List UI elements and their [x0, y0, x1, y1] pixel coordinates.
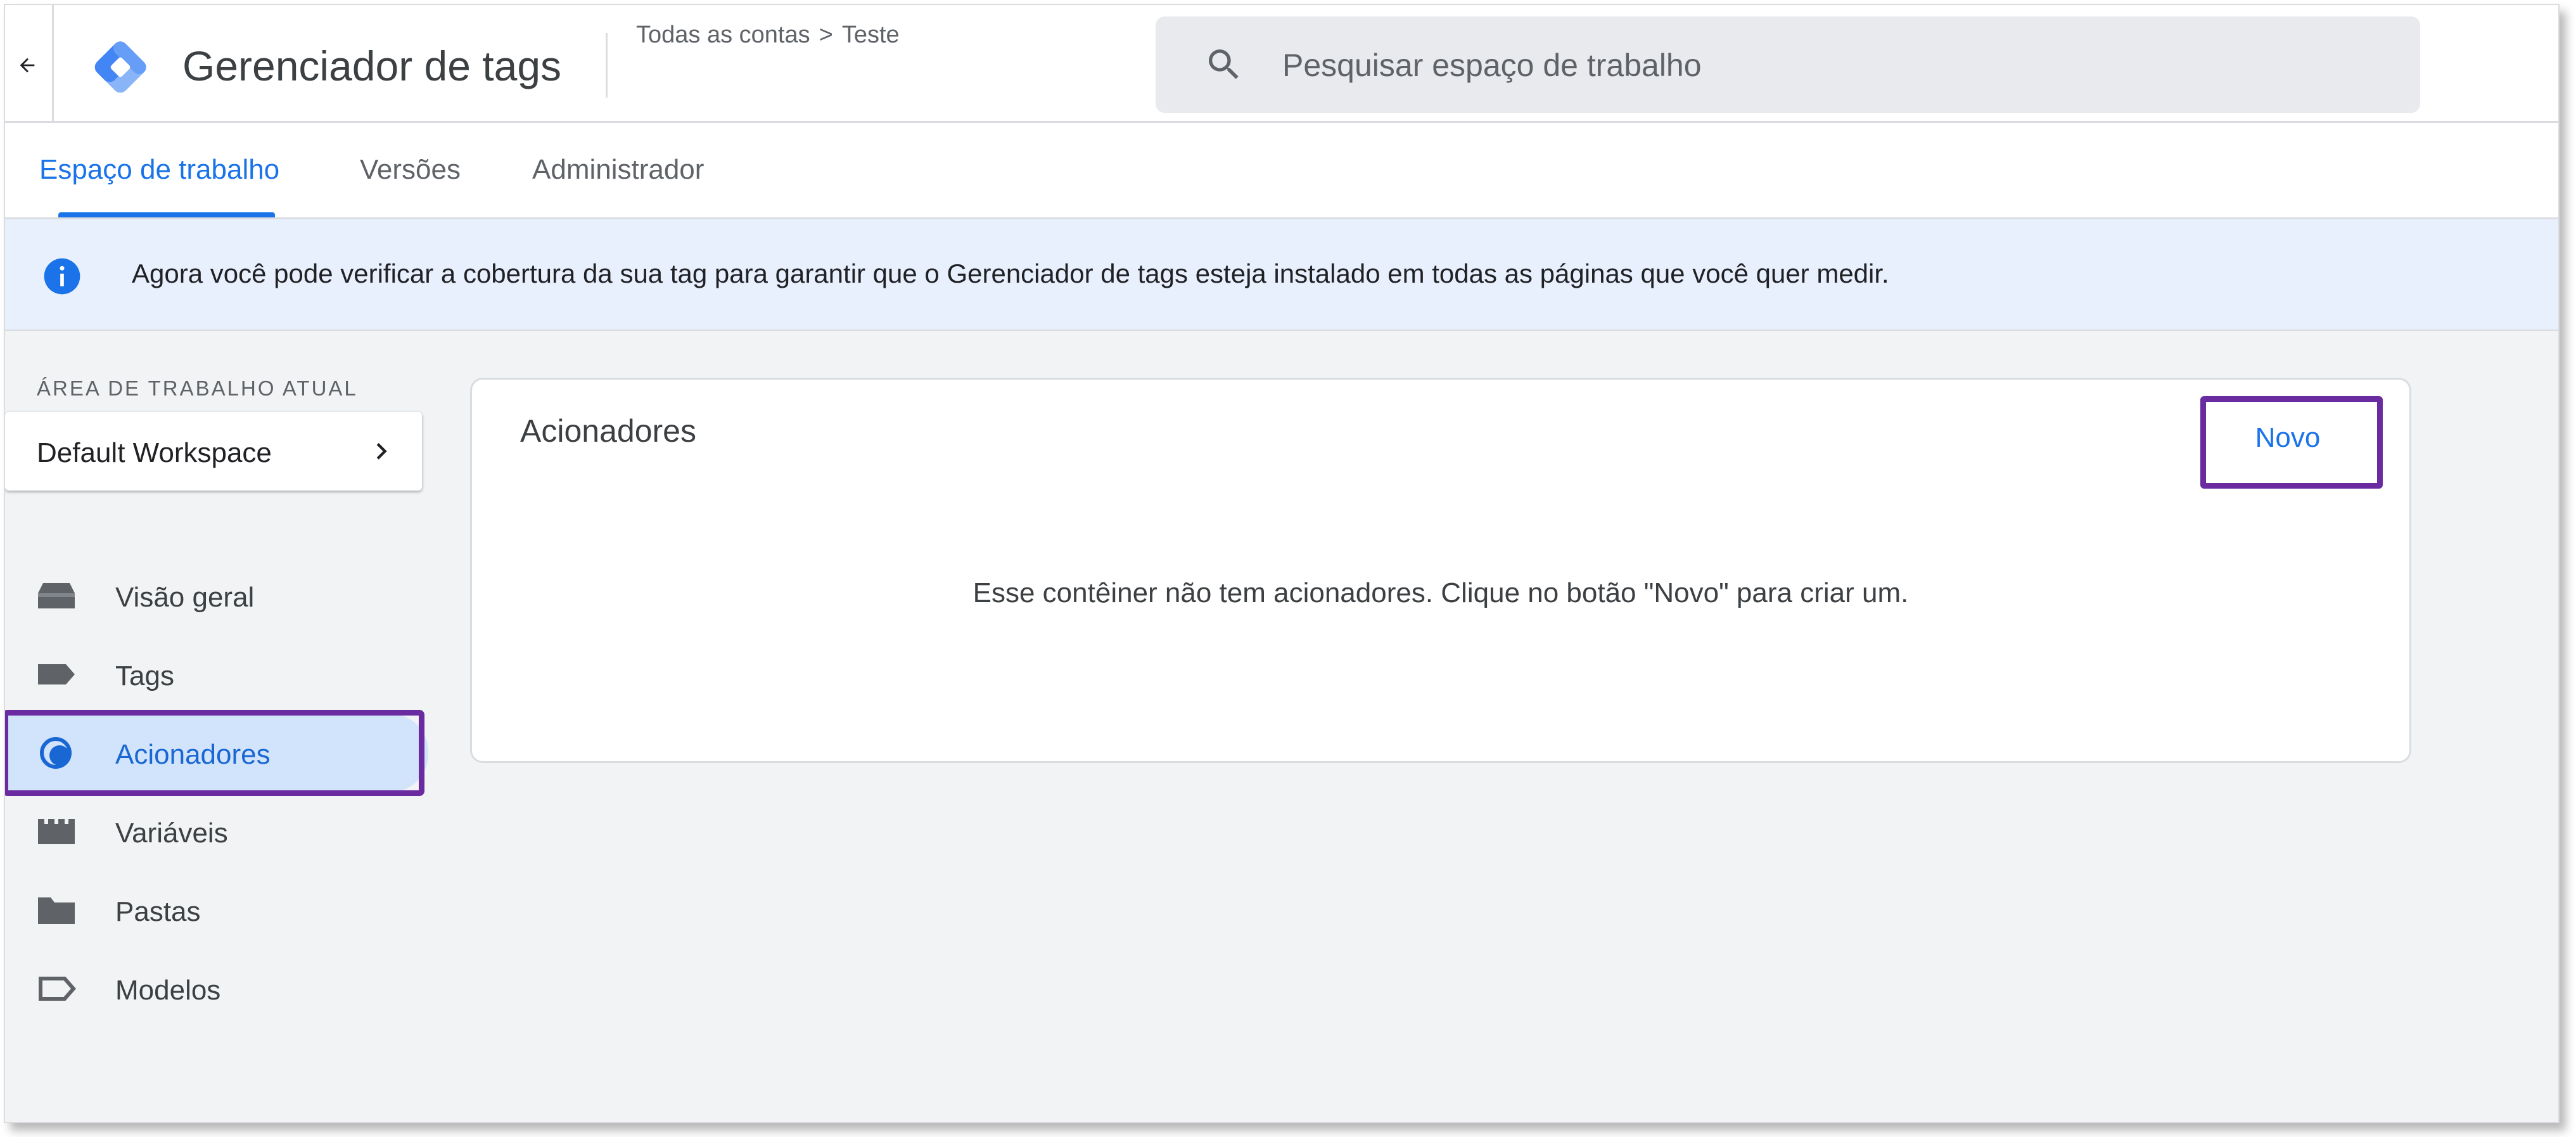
banner-message: Agora você pode verificar a cobertura da…: [132, 259, 1889, 288]
app-window: Gerenciador de tags Todas as contas > Te…: [4, 4, 2560, 1123]
folder-icon: [38, 897, 75, 924]
workspace-search[interactable]: [1156, 16, 2420, 113]
header-divider: [52, 5, 54, 123]
card-title: Acionadores: [520, 413, 696, 449]
active-tab-indicator: [58, 212, 275, 217]
overview-icon: [38, 583, 75, 608]
breadcrumb-container[interactable]: Teste: [842, 22, 900, 49]
sidebar-item-tags[interactable]: Tags: [5, 635, 428, 714]
tab-admin[interactable]: Administrador: [532, 123, 704, 217]
empty-state-message: Esse contêiner não tem acionadores. Cliq…: [972, 577, 1909, 608]
trigger-icon: [40, 737, 72, 769]
chevron-right-icon: [376, 443, 387, 459]
tag-manager-logo: [94, 41, 146, 93]
sidebar-item-variables[interactable]: Variáveis: [5, 792, 428, 871]
tab-bar: Espaço de trabalho Versões Administrador: [5, 123, 2558, 219]
templates-icon: [39, 977, 76, 1001]
title-divider: [606, 33, 608, 98]
back-button[interactable]: [8, 38, 47, 93]
app-title: Gerenciador de tags: [182, 42, 562, 89]
search-input[interactable]: [1281, 35, 2386, 95]
sidebar-item-overview[interactable]: Visão geral: [5, 556, 428, 635]
arrow-back-icon: [20, 58, 35, 73]
sidebar-item-label: Pastas: [115, 896, 201, 927]
breadcrumb-account[interactable]: Todas as contas: [636, 22, 810, 49]
breadcrumb: Todas as contas > Teste: [636, 22, 900, 49]
info-banner: Agora você pode verificar a cobertura da…: [5, 219, 2558, 331]
workspace-label: ÁREA DE TRABALHO ATUAL: [37, 376, 358, 400]
search-icon: [1209, 49, 1239, 79]
sidebar-item-label: Modelos: [115, 975, 221, 1006]
breadcrumb-separator: >: [819, 22, 833, 48]
info-icon: [44, 258, 80, 295]
new-trigger-button[interactable]: Novo: [2202, 399, 2374, 477]
variables-icon: [38, 819, 75, 844]
sidebar-item-label: Acionadores: [115, 739, 271, 770]
sidebar-item-triggers[interactable]: Acionadores: [5, 714, 428, 792]
triggers-card: Acionadores Novo Esse contêiner não tem …: [470, 378, 2411, 763]
sidebar-item-label: Variáveis: [115, 818, 228, 849]
tab-workspace[interactable]: Espaço de trabalho: [39, 123, 279, 217]
sidebar-item-label: Visão geral: [115, 582, 255, 613]
top-header: Gerenciador de tags Todas as contas > Te…: [5, 5, 2558, 123]
sidebar-item-folders[interactable]: Pastas: [5, 871, 428, 949]
workspace-selector[interactable]: Default Workspace: [5, 412, 422, 491]
workspace-name: Default Workspace: [37, 437, 272, 468]
sidebar-item-label: Tags: [115, 660, 174, 691]
tag-icon: [38, 664, 75, 684]
tab-versions[interactable]: Versões: [360, 123, 461, 217]
sidebar-item-templates[interactable]: Modelos: [5, 949, 428, 1028]
